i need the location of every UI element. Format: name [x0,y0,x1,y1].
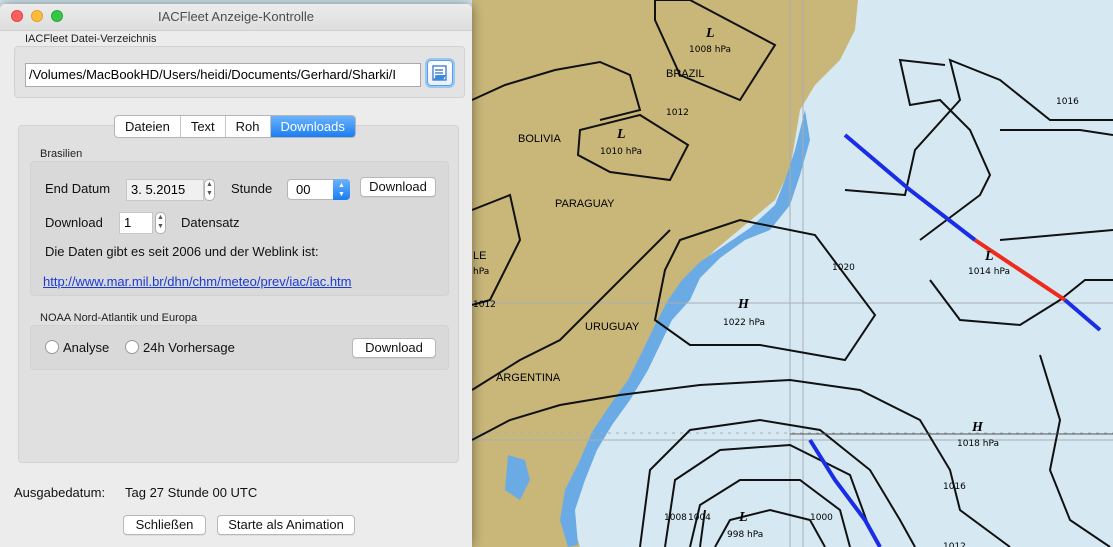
stunde-select[interactable]: 00 ▲ ▼ [287,179,350,200]
pressure-value: 1022 hPa [723,318,765,328]
pressure-symbol: L [738,510,748,525]
isobar-label: 1016 [1056,97,1079,107]
download-count-stepper[interactable]: ▲ ▼ [155,212,166,234]
country-label: URUGUAY [585,321,640,333]
vorhersage-radio[interactable] [125,340,139,354]
vorhersage-label: 24h Vorhersage [143,340,235,355]
country-label: ARGENTINA [496,372,561,384]
title-bar[interactable]: IACFleet Anzeige-Kontrolle [0,4,472,31]
pressure-symbol: L [616,127,626,142]
isobar-label: 1000 [810,513,833,523]
pressure-symbol: H [737,297,750,312]
window-title: IACFleet Anzeige-Kontrolle [157,9,315,24]
weblink[interactable]: http://www.mar.mil.br/dhn/chm/meteo/prev… [43,274,352,289]
country-label: PARAGUAY [555,198,615,210]
pressure-value: 1010 hPa [600,147,642,157]
download-count-field[interactable]: 1 [119,212,153,234]
pressure-value: 998 hPa [727,530,763,540]
select-arrows-icon: ▲ ▼ [333,179,350,200]
country-label: BOLIVIA [518,133,561,145]
tab-downloads[interactable]: Downloads [270,116,355,137]
isobar-label: 1016 [943,482,966,492]
isobar-label: 1012 [473,300,496,310]
end-datum-label: End Datum [45,181,111,196]
datensatz-label: Datensatz [181,215,240,230]
end-datum-stepper[interactable]: ▲ ▼ [204,179,215,201]
pressure-symbol: H [971,420,984,435]
tab-roh[interactable]: Roh [226,116,271,137]
info-text: Die Daten gibt es seit 2006 und der Webl… [45,244,319,259]
pressure-symbol: L [705,26,715,41]
analyse-label: Analyse [63,340,110,355]
directory-path-field[interactable]: /Volumes/MacBookHD/Users/heidi/Documents… [25,63,421,87]
analyse-radio[interactable] [45,340,59,354]
pressure-value: 1018 hPa [957,439,999,449]
isobar-label: 1012 [666,108,689,118]
tab-bar: Dateien Text Roh Downloads [114,115,356,138]
stunde-label: Stunde [231,181,273,196]
pressure-symbol: L [984,249,994,264]
directory-label: IACFleet Datei-Verzeichnis [25,33,157,45]
brasilien-download-button[interactable]: Download [360,177,436,197]
isobar-label: 1004 [688,513,711,523]
pressure-value: hPa [473,267,489,277]
isobar-label: 1008 [664,513,687,523]
tab-text[interactable]: Text [181,116,226,137]
noaa-download-button[interactable]: Download [352,338,436,358]
download-count-label: Download [45,215,103,230]
end-datum-field[interactable]: 3. 5.2015 [126,179,204,201]
stunde-select-value: 00 [296,182,311,197]
folder-picker-icon [432,65,447,81]
noaa-section-label: NOAA Nord-Atlantik und Europa [40,312,198,324]
control-window: IACFleet Anzeige-Kontrolle IACFleet Date… [0,4,472,547]
start-animation-button[interactable]: Starte als Animation [217,515,355,535]
country-label: BRAZIL [666,68,705,80]
close-button[interactable]: Schließen [123,515,206,535]
tab-dateien[interactable]: Dateien [115,116,181,137]
ausgabedatum-value: Tag 27 Stunde 00 UTC [125,485,258,500]
brasilien-section-label: Brasilien [40,148,83,160]
isobar-label: 1020 [832,263,855,273]
country-label: LE [473,250,486,262]
pressure-value: 1008 hPa [689,45,731,55]
ausgabedatum-label: Ausgabedatum: [14,485,106,500]
isobar-label: 1012 [943,542,966,547]
folder-picker-button[interactable] [427,60,453,86]
pressure-value: 1014 hPa [968,267,1010,277]
